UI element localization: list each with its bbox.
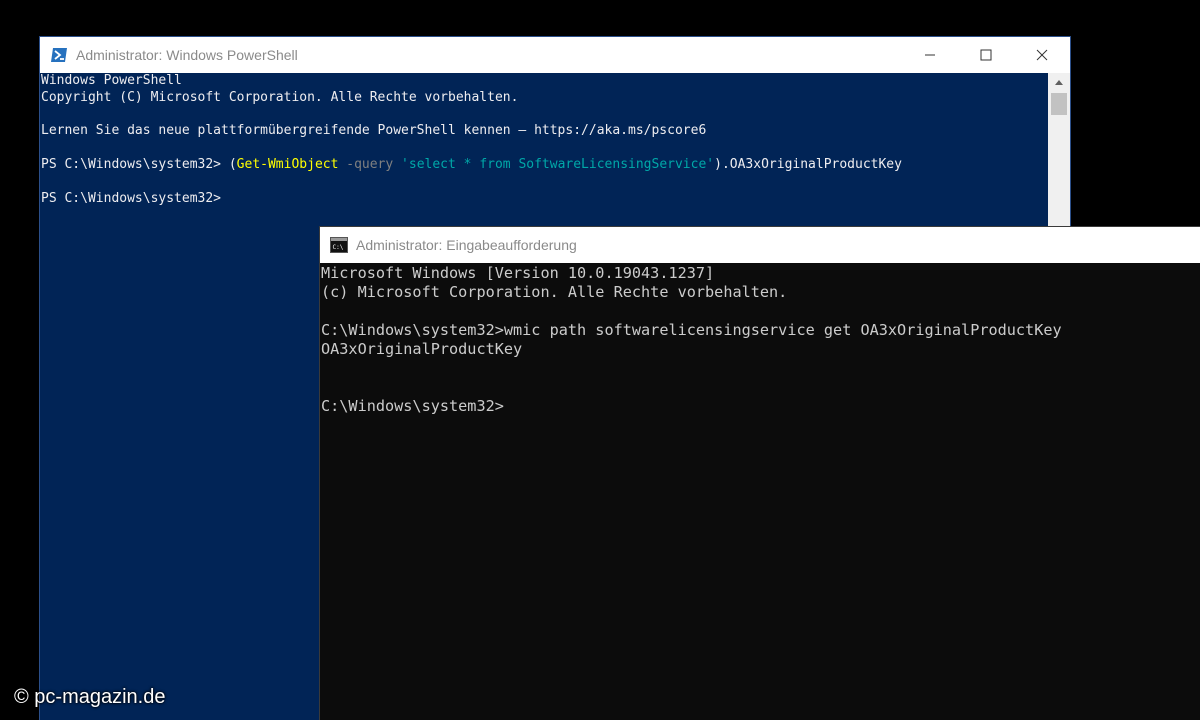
cmd-console[interactable]: Microsoft Windows [Version 10.0.19043.12… (320, 264, 1200, 720)
output-line: OA3xOriginalProductKey (321, 340, 523, 358)
console-line-empty (320, 378, 1200, 397)
close-icon (1036, 49, 1048, 61)
console-line: (c) Microsoft Corporation. Alle Rechte v… (321, 283, 788, 301)
powershell-icon (51, 48, 67, 62)
console-line-empty (40, 140, 1048, 157)
command-line: PS C:\Windows\system32> (Get-WmiObject -… (40, 157, 1048, 174)
scroll-thumb[interactable] (1051, 93, 1067, 115)
watermark: © pc-magazin.de (14, 686, 166, 708)
desktop: Administrator: Windows PowerShell Window… (0, 0, 1200, 720)
cmd-titlebar[interactable]: C:\ Administrator: Eingabeaufforderung (320, 227, 1200, 263)
cmd-window[interactable]: C:\ Administrator: Eingabeaufforderung M… (320, 227, 1200, 720)
open-paren: ( (228, 156, 237, 172)
powershell-window-title: Administrator: Windows PowerShell (76, 47, 298, 63)
maximize-icon (980, 49, 992, 61)
scroll-up-button[interactable] (1048, 73, 1070, 91)
console-line: Lernen Sie das neue plattformübergreifen… (41, 123, 707, 139)
console-line-empty (320, 302, 1200, 321)
console-line-empty (320, 359, 1200, 378)
powershell-titlebar[interactable]: Administrator: Windows PowerShell (40, 37, 1070, 73)
property-access: ).OA3xOriginalProductKey (714, 156, 902, 172)
console-line-empty (40, 107, 1048, 124)
minimize-icon (925, 54, 935, 56)
prompt-line: C:\Windows\system32> (321, 397, 504, 415)
maximize-button[interactable] (958, 37, 1014, 73)
query-string: 'select * from SoftwareLicensingService' (401, 156, 715, 172)
minimize-button[interactable] (902, 37, 958, 73)
console-line-empty (40, 174, 1048, 191)
prompt: PS C:\Windows\system32> (41, 156, 229, 172)
console-line: Microsoft Windows [Version 10.0.19043.12… (321, 264, 715, 282)
close-button[interactable] (1014, 37, 1070, 73)
svg-text:C:\: C:\ (333, 244, 344, 251)
console-line: Windows PowerShell (41, 73, 182, 88)
cmdlet-name: Get-WmiObject (236, 156, 339, 172)
cmd-icon: C:\ (330, 237, 348, 253)
console-line: Copyright (C) Microsoft Corporation. All… (41, 89, 519, 105)
command-line: C:\Windows\system32>wmic path softwareli… (321, 321, 1062, 339)
prompt-line: PS C:\Windows\system32> (41, 190, 222, 206)
window-controls (902, 37, 1070, 73)
chevron-up-icon (1055, 79, 1063, 85)
parameter-name: -query (338, 156, 402, 172)
cmd-window-title: Administrator: Eingabeaufforderung (356, 237, 577, 253)
